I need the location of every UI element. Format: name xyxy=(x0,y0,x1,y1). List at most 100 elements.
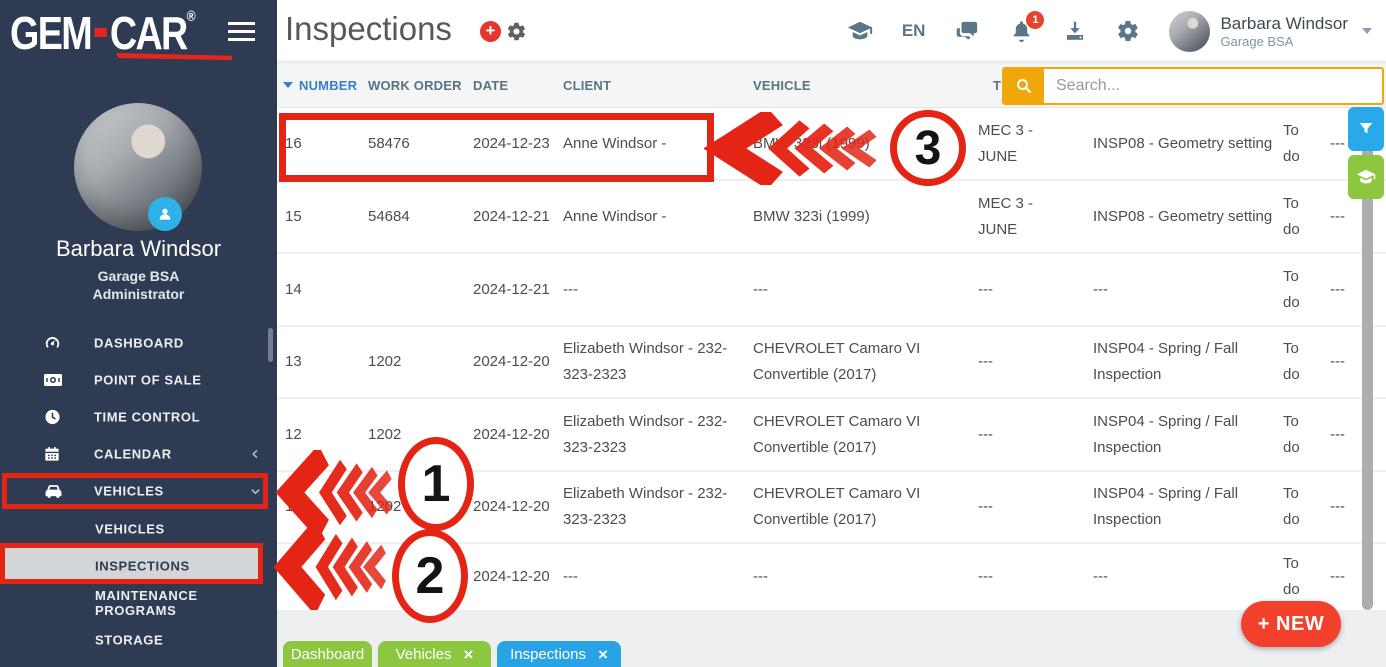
cell-result: --- xyxy=(1330,254,1360,325)
cell-date: 2024-12-23 xyxy=(473,108,558,179)
sidebar-item-label: DASHBOARD xyxy=(94,335,184,350)
logo-text-car: CAR xyxy=(110,7,187,59)
new-button[interactable]: + NEW xyxy=(1241,601,1341,647)
sidebar-item-point-of-sale[interactable]: POINT OF SALE xyxy=(0,361,277,398)
cell-number: 13 xyxy=(285,327,355,397)
cell-result: --- xyxy=(1330,472,1360,542)
cell-work-order xyxy=(368,544,463,610)
sidebar-item-calendar[interactable]: CALENDAR xyxy=(0,435,277,472)
cell-work-order xyxy=(368,254,463,325)
cell-technician: --- xyxy=(978,399,1062,470)
cell-vehicle: BMW 323i (1999) xyxy=(753,181,983,252)
column-header-number[interactable]: NUMBER xyxy=(283,62,357,108)
download-icon[interactable] xyxy=(1063,19,1087,43)
cell-status: To do xyxy=(1283,327,1319,397)
cell-work-order: 1202 xyxy=(368,327,463,397)
training-icon[interactable] xyxy=(847,18,873,44)
search-button[interactable] xyxy=(1004,69,1044,103)
cell-date: 2024-12-21 xyxy=(473,254,558,325)
cell-client: Elizabeth Windsor - 232-323-2323 xyxy=(563,472,745,542)
cell-number: 10 xyxy=(285,544,355,610)
cell-result: --- xyxy=(1330,327,1360,397)
menu-toggle-icon[interactable] xyxy=(228,22,255,46)
table-row[interactable]: 13 1202 2024-12-20 Elizabeth Windsor - 2… xyxy=(277,327,1386,397)
sidebar-subitem-storage[interactable]: STORAGE xyxy=(0,621,277,658)
cell-technician: --- xyxy=(978,472,1062,542)
language-selector[interactable]: EN xyxy=(902,21,926,41)
column-header-vehicle[interactable]: VEHICLE xyxy=(753,62,811,108)
sidebar-item-time-control[interactable]: TIME CONTROL xyxy=(0,398,277,435)
topbar-avatar xyxy=(1169,11,1210,52)
cell-client: Elizabeth Windsor - 232-323-2323 xyxy=(563,399,745,470)
search-input[interactable] xyxy=(1044,69,1382,103)
cell-inspection: --- xyxy=(1093,544,1277,610)
topbar-user-name: Barbara Windsor xyxy=(1220,14,1348,34)
sidebar-subitem-vehicles[interactable]: VEHICLES xyxy=(0,510,277,547)
table-row[interactable]: 15 54684 2024-12-21 Anne Windsor - BMW 3… xyxy=(277,181,1386,252)
cell-status: To do xyxy=(1283,108,1319,179)
sidebar-user-company: Garage BSA xyxy=(0,268,277,284)
sidebar-item-dashboard[interactable]: DASHBOARD xyxy=(0,324,277,361)
cell-result: --- xyxy=(1330,544,1360,610)
avatar[interactable] xyxy=(74,103,202,231)
cell-client: --- xyxy=(563,254,745,325)
cell-client: Anne Windsor - xyxy=(563,181,745,252)
sidebar: GEMCAR® Barbara Windsor Garage BSA Admin… xyxy=(0,0,277,667)
table-row[interactable]: 14 2024-12-21 --- --- --- --- To do --- xyxy=(277,254,1386,325)
tab-label: Inspections xyxy=(510,646,586,663)
cell-number: 12 xyxy=(285,399,355,470)
tab-inspections[interactable]: Inspections × xyxy=(497,641,621,667)
table-row[interactable]: 16 58476 2024-12-23 Anne Windsor - BMW 3… xyxy=(277,108,1386,179)
sidebar-user-role: Administrator xyxy=(0,286,277,302)
sidebar-subitem-label: VEHICLES xyxy=(95,521,165,536)
cell-work-order: 1202 xyxy=(368,472,463,542)
cell-inspection: --- xyxy=(1093,254,1277,325)
column-header-work-order[interactable]: WORK ORDER xyxy=(368,62,462,108)
tab-dashboard[interactable]: Dashboard xyxy=(283,641,372,667)
topbar-actions: EN 1 Barbara Windsor Garage BSA xyxy=(847,0,1372,62)
add-inspection-button[interactable]: + xyxy=(480,21,501,42)
chevron-left-icon xyxy=(250,448,261,459)
column-header-date[interactable]: DATE xyxy=(473,62,508,108)
table-row[interactable]: 10 2024-12-20 --- --- --- --- To do --- xyxy=(277,544,1386,610)
cell-client: --- xyxy=(563,544,745,610)
sidebar-subitem-inspections[interactable]: INSPECTIONS xyxy=(0,547,259,584)
tab-vehicles[interactable]: Vehicles × xyxy=(378,641,491,667)
close-icon[interactable]: × xyxy=(598,646,608,663)
dashboard-icon xyxy=(44,334,61,351)
cell-status: To do xyxy=(1283,254,1319,325)
column-header-technician-truncated[interactable]: T xyxy=(993,62,1001,108)
cell-client: Anne Windsor - xyxy=(563,108,745,179)
search-icon xyxy=(1015,77,1033,95)
sidebar-subitem-maintenance-programs[interactable]: MAINTENANCE PROGRAMS xyxy=(0,584,277,621)
sidebar-subitem-label: INSPECTIONS xyxy=(95,558,190,573)
column-header-client[interactable]: CLIENT xyxy=(563,62,611,108)
cell-status: To do xyxy=(1283,181,1319,252)
training-side-button[interactable] xyxy=(1348,155,1384,199)
cell-vehicle: CHEVROLET Camaro VI Convertible (2017) xyxy=(753,472,983,542)
cell-work-order: 1202 xyxy=(368,399,463,470)
caret-down-icon xyxy=(1362,28,1372,34)
cell-date: 2024-12-20 xyxy=(473,399,558,470)
notifications-bell-icon[interactable]: 1 xyxy=(1009,19,1034,44)
table-row[interactable]: 12 1202 2024-12-20 Elizabeth Windsor - 2… xyxy=(277,399,1386,470)
page-settings-icon[interactable] xyxy=(506,21,527,42)
point-of-sale-icon xyxy=(44,373,62,387)
filter-button[interactable] xyxy=(1348,107,1384,151)
sidebar-item-vehicles[interactable]: VEHICLES xyxy=(0,472,277,509)
sidebar-item-label: CALENDAR xyxy=(94,446,172,461)
car-icon xyxy=(44,483,63,499)
close-icon[interactable]: × xyxy=(463,646,473,663)
cell-result: --- xyxy=(1330,399,1360,470)
page-title: Inspections xyxy=(285,10,452,48)
settings-gear-icon[interactable] xyxy=(1116,19,1140,43)
user-menu[interactable]: Barbara Windsor Garage BSA xyxy=(1169,11,1372,52)
table-row[interactable]: 11 1202 2024-12-20 Elizabeth Windsor - 2… xyxy=(277,472,1386,542)
cell-vehicle: BMW 323i (1999) xyxy=(753,108,983,179)
cell-inspection: INSP04 - Spring / Fall Inspection xyxy=(1093,472,1277,542)
chat-icon[interactable] xyxy=(954,18,980,44)
filter-icon xyxy=(1358,121,1374,137)
registered-mark: ® xyxy=(187,8,196,25)
cell-status: To do xyxy=(1283,399,1319,470)
cell-technician: --- xyxy=(978,544,1062,610)
